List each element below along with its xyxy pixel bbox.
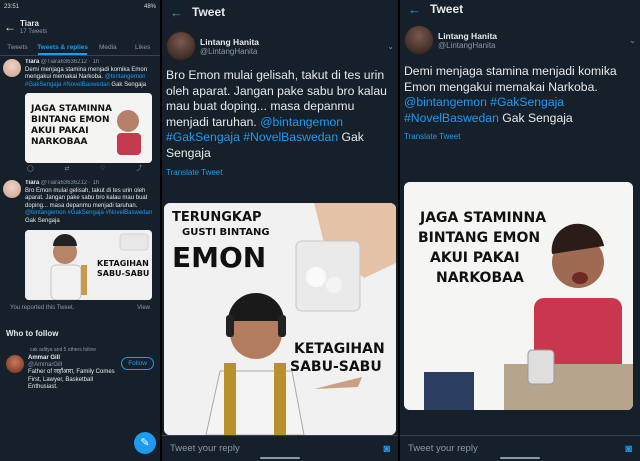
svg-text:NARKOBAA: NARKOBAA bbox=[436, 270, 524, 286]
svg-text:JAGA STAMINNA: JAGA STAMINNA bbox=[30, 104, 112, 114]
compose-icon[interactable]: ✎ bbox=[134, 432, 156, 454]
svg-text:JAGA STAMINNA: JAGA STAMINNA bbox=[419, 210, 546, 226]
reply-icon[interactable]: ◯ bbox=[27, 166, 34, 174]
author-name[interactable]: Lintang Hanita bbox=[200, 37, 259, 47]
reply-input[interactable]: Tweet your reply bbox=[408, 443, 478, 454]
reply-input[interactable]: Tweet your reply bbox=[170, 443, 240, 454]
page-title: Tweet bbox=[430, 2, 464, 16]
mention-link[interactable]: @bintangemon bbox=[105, 74, 146, 80]
share-icon[interactable]: ⤴ bbox=[136, 166, 142, 174]
avatar[interactable] bbox=[404, 25, 434, 55]
svg-text:SABU-SABU: SABU-SABU bbox=[290, 359, 382, 375]
svg-text:KETAGIHAN: KETAGIHAN bbox=[294, 341, 385, 357]
tweet-handle: @Tiara63636212 · 1h bbox=[40, 179, 100, 186]
back-arrow-icon[interactable]: ← bbox=[4, 20, 20, 34]
camera-icon[interactable]: ◙ bbox=[383, 443, 390, 455]
translate-tweet-link[interactable]: Translate Tweet bbox=[400, 126, 640, 141]
battery-indicator: 48% bbox=[143, 4, 156, 10]
tweet-author: Tiara bbox=[25, 179, 40, 186]
who-to-follow-heading: Who to follow bbox=[6, 328, 59, 338]
tweet-header: ← Tweet bbox=[400, 0, 640, 18]
hashtag-links[interactable]: #GakSengaja #NovelBaswedan bbox=[25, 82, 110, 88]
tweet-text: Demi menjaga stamina menjadi komika Emon… bbox=[404, 64, 617, 125]
svg-text:SABU-SABU: SABU-SABU bbox=[97, 269, 149, 278]
tweet-count: 17 Tweets bbox=[20, 29, 48, 35]
tweet-text: Bro Emon mulai gelisah, takut di tes uri… bbox=[25, 187, 153, 224]
timeline-tweet[interactable]: Tiara @Tiara63636212 · 1h Demi menjaga s… bbox=[0, 56, 160, 176]
svg-text:BINTANG EMON: BINTANG EMON bbox=[418, 230, 540, 246]
svg-text:GUSTI BINTANG: GUSTI BINTANG bbox=[182, 227, 270, 238]
mention-link[interactable]: @bintangemon bbox=[25, 210, 66, 216]
tweet-author-row: Lintang Hanita @LintangHanita ⌄ bbox=[400, 18, 640, 62]
status-bar: 23:51 48% bbox=[0, 0, 160, 14]
tab-media[interactable]: Media bbox=[90, 40, 125, 55]
author-name[interactable]: Lintang Hanita bbox=[438, 31, 497, 41]
status-time: 23:51 bbox=[4, 4, 20, 10]
tweet-image[interactable]: TERUNGKAP GUSTI BINTANG EMON KETAGIHAN S… bbox=[164, 203, 396, 435]
tweet-author: Tiara bbox=[25, 59, 40, 65]
svg-text:EMON: EMON bbox=[172, 241, 266, 274]
chevron-down-icon[interactable]: ⌄ bbox=[387, 42, 394, 51]
tweet-image[interactable]: KETAGIHAN SABU-SABU bbox=[25, 229, 152, 300]
profile-name: Tiara bbox=[20, 19, 39, 28]
svg-text:TERUNGKAP: TERUNGKAP bbox=[172, 210, 262, 225]
profile-panel: 23:51 48% ← Tiara 17 Tweets Tweets Tweet… bbox=[0, 0, 160, 461]
author-handle: @LintangHanita bbox=[438, 40, 496, 50]
tweet-image[interactable]: JAGA STAMINNA BINTANG EMON AKUI PAKAI NA… bbox=[404, 182, 633, 410]
tab-tweets[interactable]: Tweets bbox=[0, 40, 35, 55]
avatar[interactable] bbox=[166, 31, 196, 61]
retweet-icon[interactable]: ⇄ bbox=[64, 166, 69, 174]
tweet-detail-panel: ← Tweet Lintang Hanita @LintangHanita ⌄ … bbox=[162, 0, 398, 461]
profile-tabs: Tweets Tweets & replies Media Likes bbox=[0, 40, 160, 56]
tweet-detail-panel: ← Tweet Lintang Hanita @LintangHanita ⌄ … bbox=[400, 0, 640, 461]
home-indicator bbox=[500, 457, 540, 459]
svg-text:AKUI PAKAI: AKUI PAKAI bbox=[430, 250, 520, 266]
chevron-down-icon[interactable]: ⌄ bbox=[629, 36, 636, 45]
suggestion-bio: Father of जहाँआरा, Family Comes First, L… bbox=[28, 369, 115, 391]
tweet-text: Bro Emon mulai gelisah, takut di tes uri… bbox=[166, 68, 387, 160]
tweet-handle: @Tiara63636212 · 1h bbox=[40, 59, 100, 65]
svg-text:KETAGIHAN: KETAGIHAN bbox=[97, 259, 149, 268]
page-title: Tweet bbox=[192, 5, 226, 19]
follow-button[interactable]: Follow bbox=[121, 356, 154, 370]
svg-text:AKUI PAKAI: AKUI PAKAI bbox=[31, 126, 89, 136]
follow-suggestion[interactable]: Ammar Gill @AmmarGill Father of जहाँआरा,… bbox=[0, 353, 160, 394]
timeline-tweet[interactable]: Tiara @Tiara63636212 · 1h Bro Emon mulai… bbox=[0, 176, 160, 302]
tab-tweets-replies[interactable]: Tweets & replies bbox=[35, 40, 91, 55]
profile-header: ← Tiara 17 Tweets bbox=[0, 14, 160, 40]
tweet-image[interactable]: JAGA STAMINNA BINTANG EMON AKUI PAKAI NA… bbox=[25, 93, 152, 164]
translate-tweet-link[interactable]: Translate Tweet bbox=[162, 162, 398, 177]
suggestion-name: Ammar Gill bbox=[28, 354, 61, 361]
tweet-header: ← Tweet bbox=[162, 0, 398, 24]
svg-text:BINTANG EMON: BINTANG EMON bbox=[31, 115, 110, 125]
tweet-text: Demi menjaga stamina menjadi komika Emon… bbox=[25, 66, 148, 88]
avatar[interactable] bbox=[3, 179, 21, 198]
camera-icon[interactable]: ◙ bbox=[625, 443, 632, 455]
back-arrow-icon[interactable]: ← bbox=[408, 2, 430, 17]
tab-likes[interactable]: Likes bbox=[125, 40, 160, 55]
back-arrow-icon[interactable]: ← bbox=[170, 5, 192, 20]
avatar[interactable] bbox=[3, 59, 21, 77]
avatar[interactable] bbox=[6, 354, 24, 373]
svg-text:NARKOBAA: NARKOBAA bbox=[31, 137, 87, 147]
author-handle: @LintangHanita bbox=[200, 46, 258, 56]
reported-notice: You reported this Tweet. View bbox=[10, 304, 150, 311]
tweet-actions: ◯ ⇄ ♡ ⤴ bbox=[25, 163, 152, 174]
like-icon[interactable]: ♡ bbox=[100, 166, 105, 174]
hashtag-links[interactable]: #GakSengaja #NovelBaswedan bbox=[67, 210, 152, 216]
tweet-author-row: Lintang Hanita @LintangHanita ⌄ bbox=[162, 24, 398, 68]
view-link[interactable]: View bbox=[137, 305, 150, 311]
home-indicator bbox=[260, 457, 300, 459]
